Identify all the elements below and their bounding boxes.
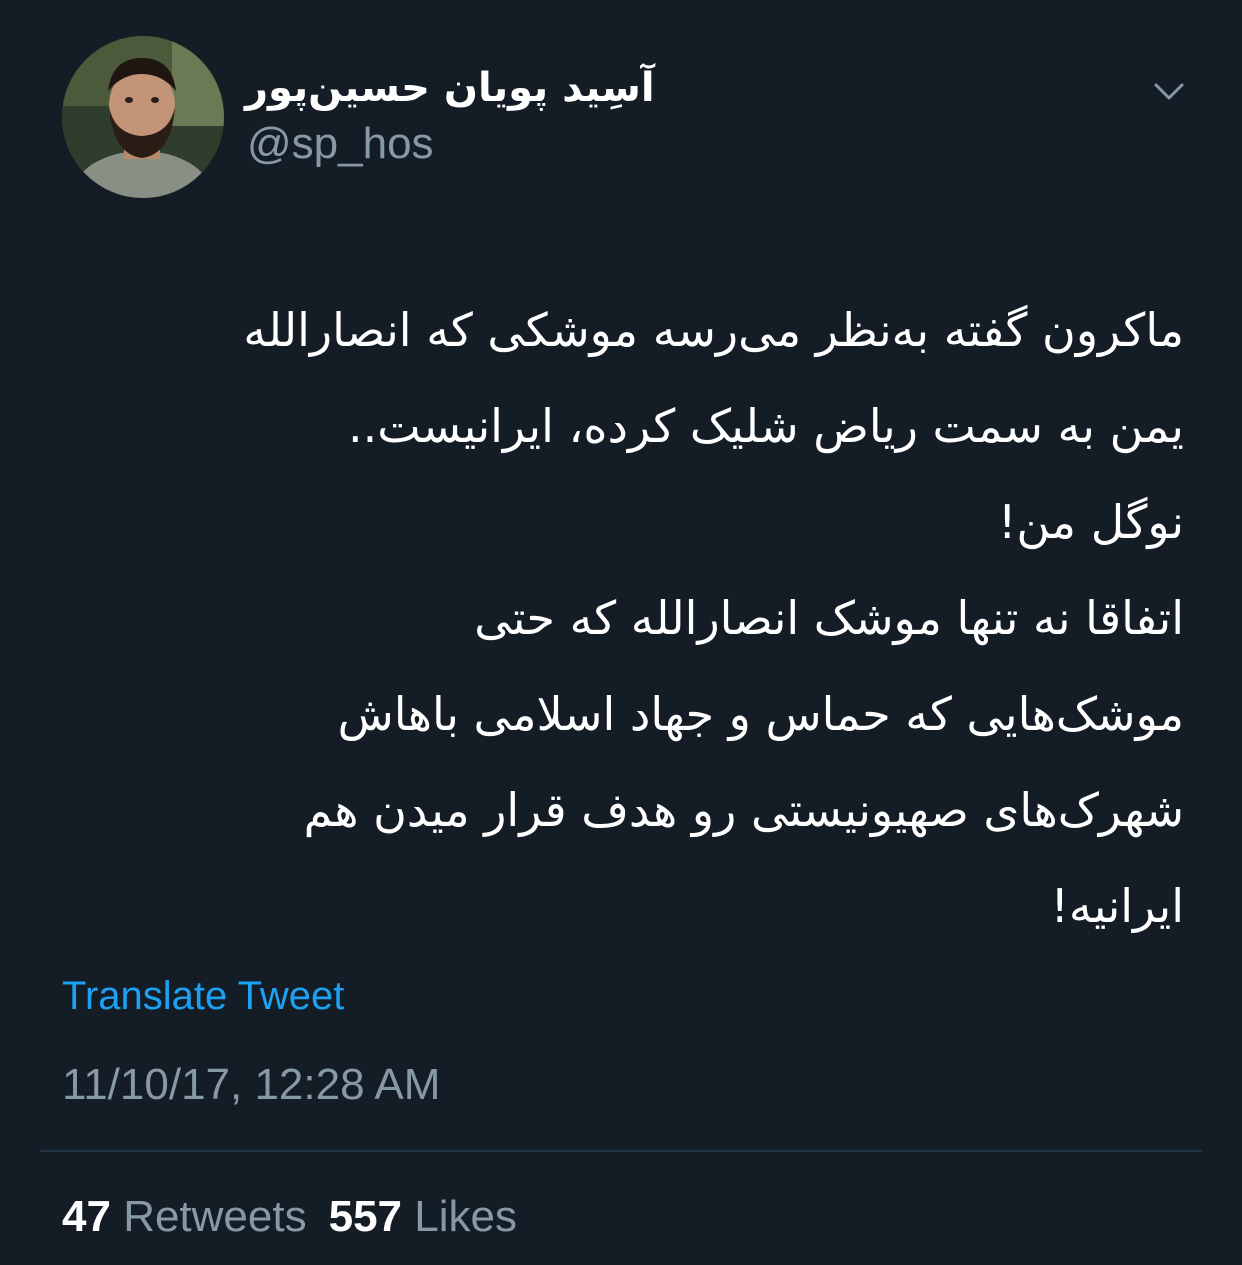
likes-count: 557 — [328, 1192, 403, 1241]
tweet-line: اتفاقا نه تنها موشک انصارالله که حتی — [474, 591, 1184, 645]
chevron-down-icon[interactable] — [1148, 70, 1190, 112]
tweet-line: یمن به سمت ریاض شلیک کرده، ایرانیست.. — [348, 399, 1184, 453]
tweet-line: نوگل من! — [997, 495, 1184, 549]
likes-stat[interactable]: 557 Likes — [329, 1192, 517, 1241]
tweet-timestamp: 11/10/17, 12:28 AM — [62, 1060, 441, 1109]
retweets-count: 47 — [62, 1192, 111, 1241]
tweet-line: موشک‌هایی که حماس و جهاد اسلامی باهاش — [337, 687, 1184, 741]
user-handle[interactable]: @sp_hos — [247, 118, 434, 170]
tweet-stats: 47 Retweets 557 Likes — [62, 1190, 517, 1244]
tweet-text: ماکرون گفته به‌نظر می‌رسه موشکی که انصار… — [62, 282, 1184, 954]
display-name[interactable]: آسِید پویان حسین‌پور — [245, 60, 665, 116]
tweet-detail: آسِید پویان حسین‌پور @sp_hos ماکرون گفته… — [0, 0, 1242, 1265]
retweets-stat[interactable]: 47 Retweets — [62, 1192, 307, 1241]
retweets-label: Retweets — [123, 1192, 307, 1241]
tweet-line: شهرک‌های صهیونیستی رو هدف قرار میدن هم — [303, 783, 1184, 837]
translate-tweet-link[interactable]: Translate Tweet — [62, 972, 344, 1020]
avatar-image — [62, 36, 224, 198]
tweet-line: ایرانیه! — [1050, 879, 1184, 933]
divider — [40, 1150, 1202, 1152]
tweet-line: ماکرون گفته به‌نظر می‌رسه موشکی که انصار… — [243, 303, 1184, 357]
avatar[interactable] — [62, 36, 224, 198]
likes-label: Likes — [414, 1192, 517, 1241]
